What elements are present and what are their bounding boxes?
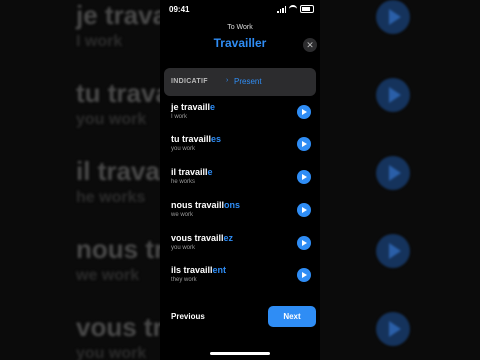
conjugation-french: nous travaillons xyxy=(171,200,315,210)
ghost-english: I work xyxy=(76,33,123,50)
conjugation-english: he works xyxy=(171,179,196,185)
conjugation-french: il travaille xyxy=(171,167,315,177)
ghost-english: you work xyxy=(76,111,147,128)
ghost-play-icon xyxy=(376,0,410,34)
play-audio-icon[interactable] xyxy=(297,268,311,282)
conjugation-row: vous travaillez you work xyxy=(171,233,315,257)
conjugation-ending: ent xyxy=(212,265,227,275)
ghost-row: vous travaillez you work xyxy=(76,312,160,360)
conjugation-stem: nous travaill xyxy=(171,200,225,210)
ghost-english: he works xyxy=(76,189,146,206)
conjugation-french: ils travaillent xyxy=(171,265,315,275)
mood-label: INDICATIF xyxy=(171,78,208,85)
ghost-play-icon xyxy=(376,234,410,268)
verb-title: Travailler xyxy=(213,36,267,50)
next-button[interactable]: Next xyxy=(268,306,316,327)
play-audio-icon[interactable] xyxy=(297,170,311,184)
conjugation-stem: je travaill xyxy=(171,102,211,112)
conjugation-english: you work xyxy=(171,245,196,251)
ghost-french: vous travaillez xyxy=(76,312,160,342)
ghost-english: we work xyxy=(76,267,140,284)
ghost-english: you work xyxy=(76,345,147,360)
previous-button[interactable]: Previous xyxy=(171,312,205,321)
conjugation-french: je travaille xyxy=(171,102,315,112)
conjugation-ending: es xyxy=(211,134,222,144)
conjugation-row: ils travaillent they work xyxy=(171,265,315,289)
conjugation-stem: il travaill xyxy=(171,167,208,177)
play-audio-icon[interactable] xyxy=(297,105,311,119)
tense-selector[interactable]: INDICATIF › Present xyxy=(164,68,316,96)
play-audio-icon[interactable] xyxy=(297,236,311,250)
conjugation-row: je travaille I work xyxy=(171,102,315,126)
wifi-icon xyxy=(289,5,297,13)
conjugation-ending: e xyxy=(210,102,216,112)
conjugation-english: we work xyxy=(171,212,194,218)
play-audio-icon[interactable] xyxy=(297,137,311,151)
verb-translation: To Work xyxy=(227,24,253,31)
close-icon[interactable]: ✕ xyxy=(303,38,317,52)
conjugation-stem: tu travaill xyxy=(171,134,212,144)
conjugation-stem: vous travaill xyxy=(171,233,224,243)
ghost-french: je travaille xyxy=(76,0,160,30)
conjugation-ending: e xyxy=(207,167,213,177)
play-audio-icon[interactable] xyxy=(297,203,311,217)
tense-value: Present xyxy=(234,77,262,86)
conjugation-english: you work xyxy=(171,146,196,152)
signal-icon xyxy=(277,5,286,13)
ghost-french: tu travailles xyxy=(76,78,160,108)
battery-icon xyxy=(300,5,314,13)
ghost-row: nous travaillons we work xyxy=(76,234,160,285)
ghost-play-icon xyxy=(376,312,410,346)
status-icons xyxy=(277,5,314,13)
home-indicator[interactable] xyxy=(210,352,270,355)
ghost-french: il travaille xyxy=(76,156,160,186)
phone-screen: 09:41 To Work Travailler ✕ INDICATIF › P… xyxy=(160,0,320,360)
background-right xyxy=(320,0,480,360)
conjugation-french: vous travaillez xyxy=(171,233,315,243)
conjugation-row: il travaille he works xyxy=(171,167,315,191)
status-time: 09:41 xyxy=(169,5,190,14)
conjugation-stem: ils travaill xyxy=(171,265,213,275)
background-left: je travaille I work tu travailles you wo… xyxy=(0,0,160,360)
ghost-french: nous travaillons xyxy=(76,234,160,264)
conjugation-ending: ez xyxy=(223,233,234,243)
ghost-row: tu travailles you work xyxy=(76,78,160,129)
ghost-play-icon xyxy=(376,78,410,112)
conjugation-french: tu travailles xyxy=(171,134,315,144)
conjugation-ending: ons xyxy=(224,200,241,210)
conjugation-english: I work xyxy=(171,114,188,120)
conjugation-row: tu travailles you work xyxy=(171,134,315,158)
conjugation-english: they work xyxy=(171,277,197,283)
ghost-row: il travaille he works xyxy=(76,156,160,207)
conjugation-row: nous travaillons we work xyxy=(171,200,315,224)
ghost-play-icon xyxy=(376,156,410,190)
chevron-right-icon: › xyxy=(226,77,229,84)
ghost-row: je travaille I work xyxy=(76,0,160,51)
